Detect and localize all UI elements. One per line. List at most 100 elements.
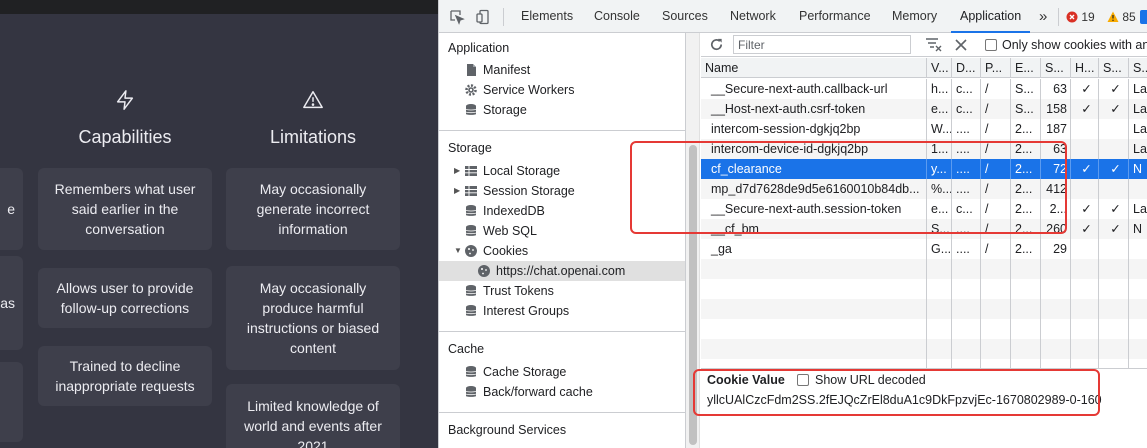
cell-secure — [1099, 339, 1129, 359]
sidebar-item-cookies[interactable]: ▼ Cookies — [454, 241, 685, 261]
capability-card[interactable]: Remembers what user said earlier in the … — [38, 168, 212, 250]
cookie-icon — [478, 265, 490, 277]
cell-samesite — [1129, 359, 1147, 368]
edge-card-1[interactable]: e — [0, 168, 23, 250]
cookie-row[interactable]: __Secure-next-auth.session-token e... c...… — [701, 199, 1147, 219]
tab-memory[interactable]: Memory — [892, 0, 937, 33]
sidebar-item-session-storage[interactable]: ▶ Session Storage — [454, 181, 685, 201]
cell-domain: c... — [952, 199, 981, 219]
warning-count-badge[interactable]: 85 — [1107, 10, 1136, 24]
cell-expires: S... — [1011, 99, 1041, 119]
only-issues-checkbox[interactable] — [985, 39, 997, 51]
cookie-row[interactable]: mp_d7d7628de9d5e6160010b84db...%....... /… — [701, 179, 1147, 199]
edge-card-2[interactable]: as — [0, 256, 23, 350]
edge-card-3[interactable] — [0, 362, 23, 442]
cookie-value-title: Cookie Value — [707, 373, 785, 387]
show-url-decoded-checkbox[interactable] — [797, 374, 809, 386]
cell-size: 187 — [1041, 119, 1071, 139]
error-count-badge[interactable]: 19 — [1066, 10, 1095, 24]
cookie-value-text[interactable]: yllcUAlCzcFdm2SS.2fEJQcZrEl8duA1c9DkFpzv… — [707, 393, 1102, 407]
database-icon — [465, 366, 477, 377]
empty-row — [701, 359, 1147, 368]
sidebar-item-service-workers[interactable]: Service Workers — [464, 80, 685, 100]
more-tabs-button[interactable]: » — [1039, 0, 1047, 33]
cell-domain: .... — [952, 219, 981, 239]
cell-samesite: La — [1129, 79, 1147, 99]
cookie-row[interactable]: __cf_bm S......./2... 260 ✓ ✓ N — [701, 219, 1147, 239]
cookie-row[interactable]: _ga G......./2... 29 — [701, 239, 1147, 259]
cell-domain: c... — [952, 99, 981, 119]
limitation-card[interactable]: Limited knowledge of world and events af… — [226, 384, 400, 448]
column-header-domain[interactable]: D... — [952, 58, 981, 78]
cell-size — [1041, 279, 1071, 299]
sidebar-item-indexeddb[interactable]: IndexedDB — [464, 201, 685, 221]
cell-value: e... — [927, 199, 952, 219]
limitation-card[interactable]: May occasionally generate incorrect info… — [226, 168, 400, 250]
cell-path — [981, 259, 1011, 279]
cell-path — [981, 339, 1011, 359]
delete-all-icon[interactable] — [955, 39, 967, 51]
capability-card[interactable]: Allows user to provide follow-up correct… — [38, 268, 212, 328]
cell-httponly — [1071, 179, 1099, 199]
tab-application[interactable]: Application — [951, 0, 1031, 33]
cell-httponly — [1071, 259, 1099, 279]
collapse-triangle-icon[interactable]: ▼ — [454, 241, 462, 261]
column-header-samesite[interactable]: S... — [1129, 58, 1147, 78]
tab-performance[interactable]: Performance — [799, 0, 871, 33]
cell-secure — [1099, 299, 1129, 319]
limitation-card[interactable]: May occasionally produce harmful instruc… — [226, 266, 400, 370]
cell-value — [927, 319, 952, 339]
cookie-row[interactable]: cf_clearance y......./2... 72 ✓ ✓ N — [701, 159, 1147, 179]
sidebar-item-storage[interactable]: Storage — [464, 100, 685, 120]
only-issues-label: Only show cookies with an — [1002, 38, 1147, 52]
device-toolbar-icon[interactable] — [475, 9, 491, 25]
cell-path: / — [981, 239, 1011, 259]
clear-filtered-cookies-icon[interactable] — [925, 37, 942, 52]
expand-triangle-icon[interactable]: ▶ — [454, 161, 460, 181]
cell-value: W... — [927, 119, 952, 139]
column-header-httponly[interactable]: H... — [1071, 58, 1099, 78]
issues-icon[interactable] — [1140, 10, 1147, 24]
cell-size: 63 — [1041, 79, 1071, 99]
sidebar-item-back-forward-cache[interactable]: Back/forward cache — [464, 382, 685, 402]
column-header-secure[interactable]: S... — [1099, 58, 1129, 78]
cell-expires — [1011, 279, 1041, 299]
cookie-row[interactable]: __Host-next-auth.csrf-token e... c... / S...… — [701, 99, 1147, 119]
sidebar-item-interest-groups[interactable]: Interest Groups — [464, 301, 685, 321]
cell-domain: .... — [952, 119, 981, 139]
cell-size — [1041, 359, 1071, 368]
sidebar-item-cookie-origin[interactable]: https://chat.openai.com — [439, 261, 685, 281]
sidebar-scrollbar[interactable] — [686, 33, 700, 448]
sidebar-item-trust-tokens[interactable]: Trust Tokens — [464, 281, 685, 301]
cookie-row[interactable]: __Secure-next-auth.callback-url h... c... /… — [701, 79, 1147, 99]
inspect-element-icon[interactable] — [449, 9, 465, 25]
column-header-expires[interactable]: E... — [1011, 58, 1041, 78]
sidebar-item-local-storage[interactable]: ▶ Local Storage — [454, 161, 685, 181]
column-header-size[interactable]: S... — [1041, 58, 1071, 78]
capability-text: Allows user to provide follow-up correct… — [56, 280, 194, 316]
cell-size: 260 — [1041, 219, 1071, 239]
tab-sources[interactable]: Sources — [662, 0, 708, 33]
cell-secure — [1099, 259, 1129, 279]
refresh-icon[interactable] — [709, 37, 724, 52]
column-header-value[interactable]: V... — [927, 58, 952, 78]
sidebar-item-manifest[interactable]: Manifest — [464, 60, 685, 80]
cell-size: 412 — [1041, 179, 1071, 199]
capability-card[interactable]: Trained to decline inappropriate request… — [38, 346, 212, 406]
cell-name — [701, 279, 927, 299]
expand-triangle-icon[interactable]: ▶ — [454, 181, 460, 201]
cookie-row[interactable]: intercom-device-id-dgkjq2bp 1......./2...… — [701, 139, 1147, 159]
tab-console[interactable]: Console — [594, 0, 640, 33]
cell-samesite — [1129, 299, 1147, 319]
cell-name: __Host-next-auth.csrf-token — [701, 99, 927, 119]
sidebar-item-cache-storage[interactable]: Cache Storage — [464, 362, 685, 382]
filter-input[interactable] — [733, 35, 911, 54]
cookie-row[interactable]: intercom-session-dgkjq2bp W......./2... 18… — [701, 119, 1147, 139]
cell-samesite: La — [1129, 139, 1147, 159]
tab-network[interactable]: Network — [730, 0, 776, 33]
sidebar-item-web-sql[interactable]: Web SQL — [464, 221, 685, 241]
column-header-path[interactable]: P... — [981, 58, 1011, 78]
column-header-name[interactable]: Name — [701, 58, 927, 78]
tab-elements[interactable]: Elements — [521, 0, 573, 33]
scrollbar-thumb[interactable] — [689, 145, 697, 445]
